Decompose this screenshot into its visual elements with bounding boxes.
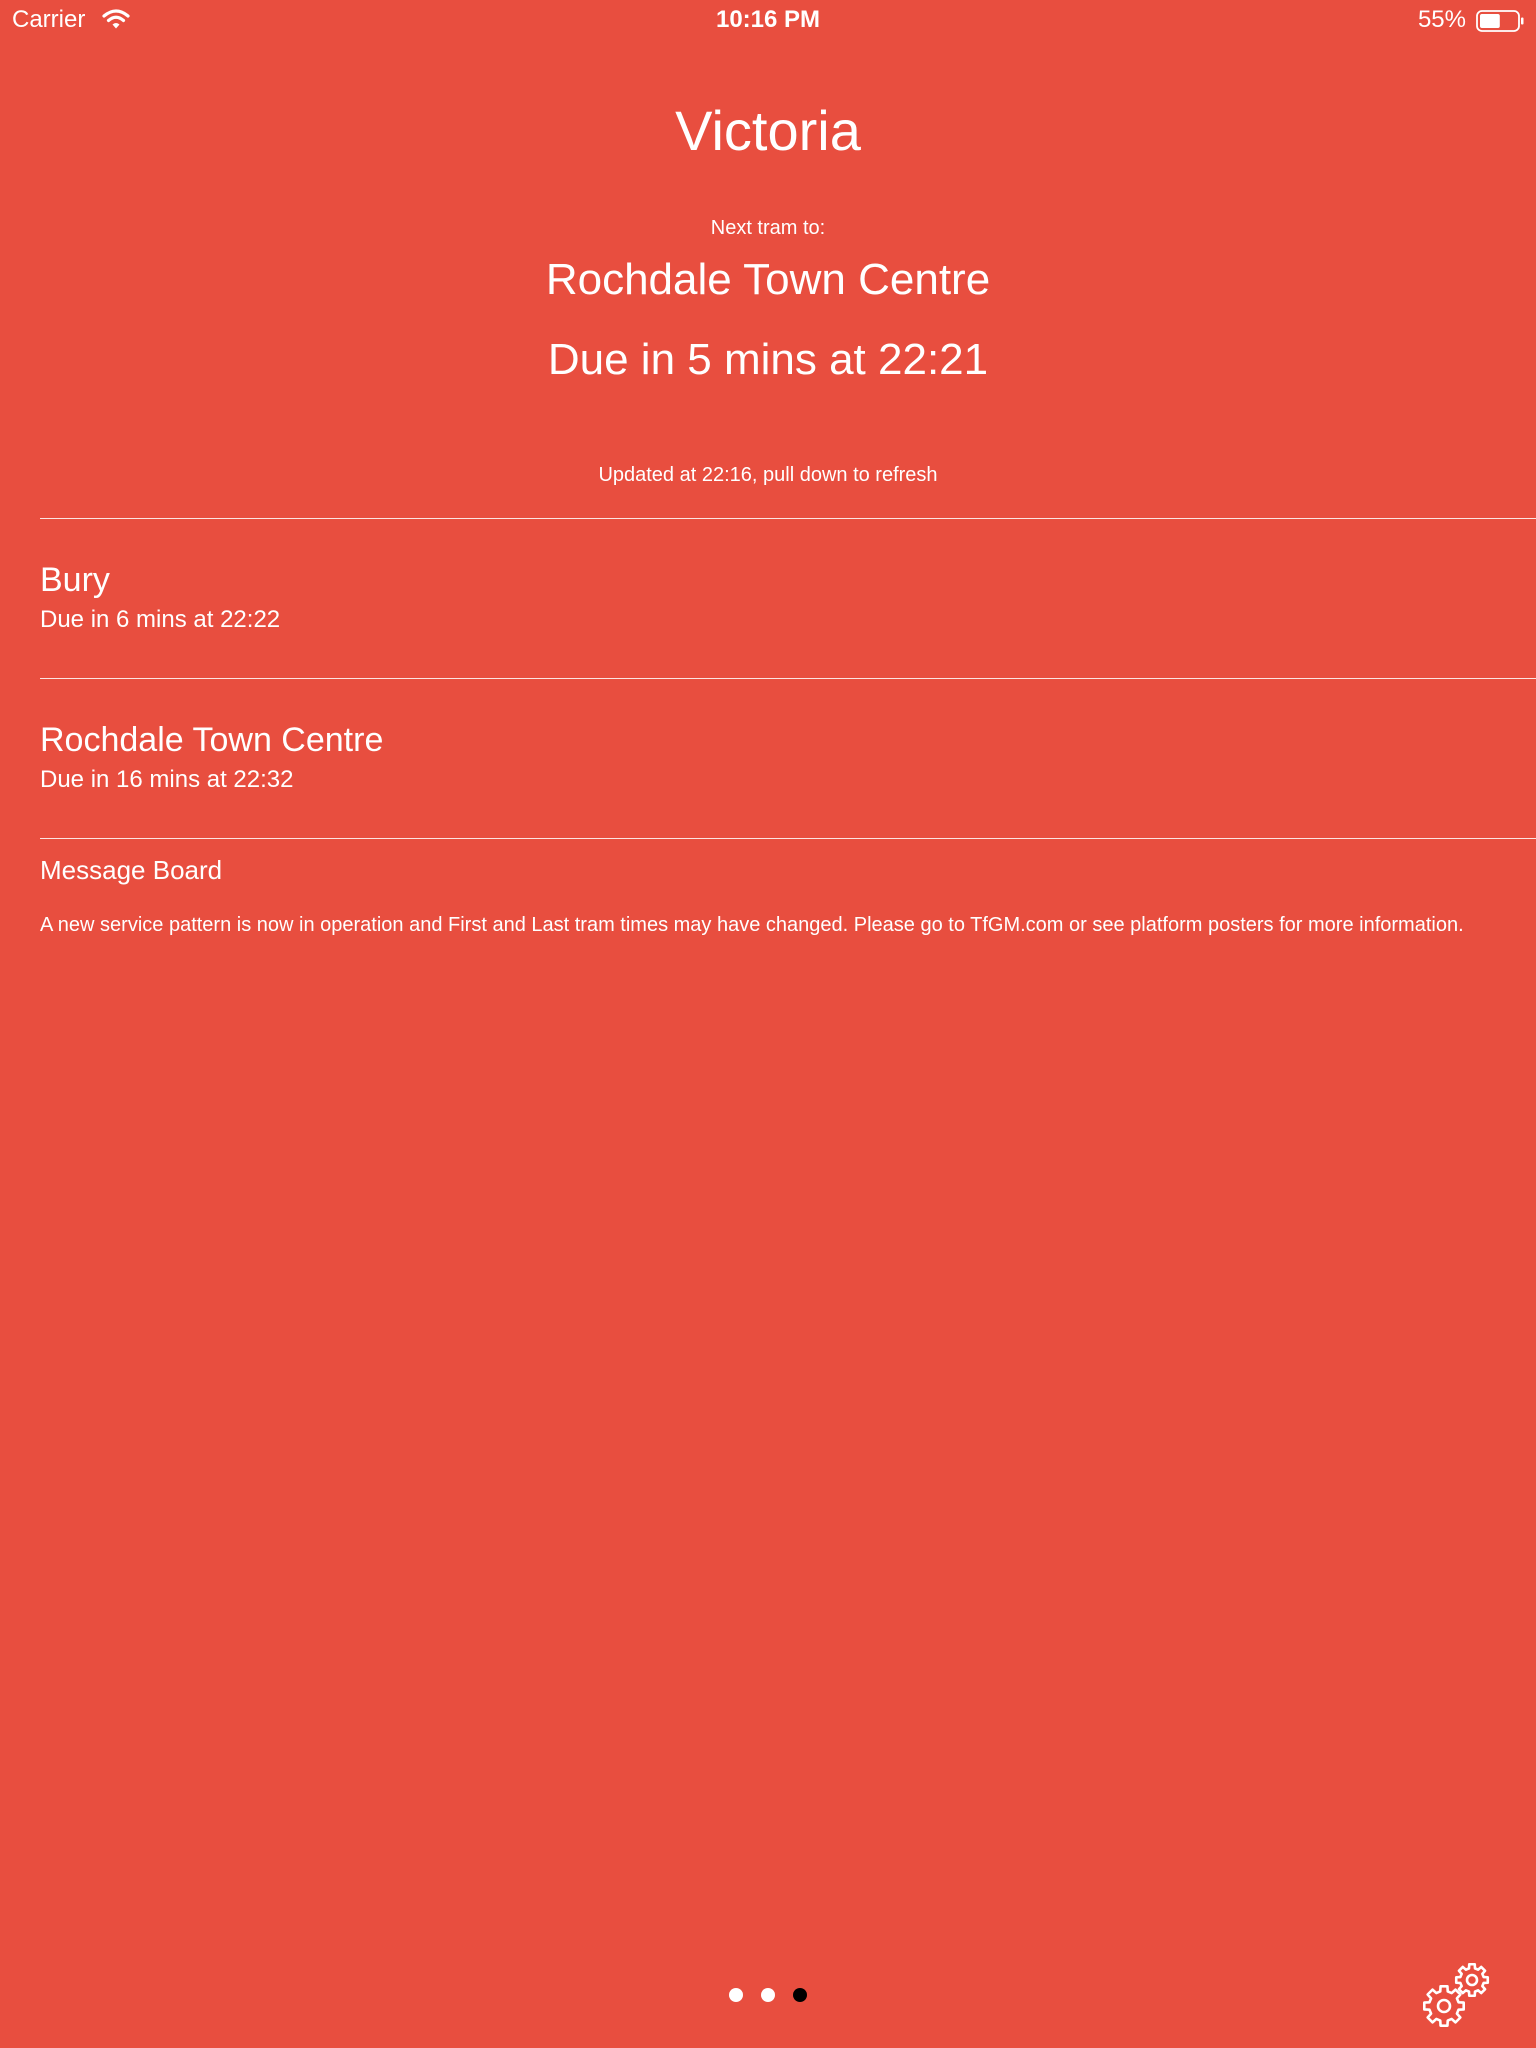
next-tram-label: Next tram to:: [710, 217, 826, 239]
departure-due: Due in 16 mins at 22:32: [40, 766, 294, 793]
departure-row[interactable]: Rochdale Town Centre Due in 16 mins at 2…: [40, 679, 1536, 837]
page-dot[interactable]: [729, 1988, 743, 2002]
battery-icon: [1476, 10, 1524, 32]
message-board-heading: Message Board: [40, 855, 223, 885]
gear-hole: [1465, 1973, 1479, 1987]
station-title: Victoria: [675, 99, 861, 162]
battery-percent: 55%: [1417, 6, 1466, 33]
message-board-text: A new service pattern is now in operatio…: [40, 914, 1464, 936]
page-control[interactable]: [0, 1988, 1536, 2002]
departure-destination: Bury: [40, 561, 110, 599]
gear-outline: [1423, 1985, 1465, 2027]
departure-due: Due in 6 mins at 22:22: [40, 606, 281, 633]
next-tram-destination: Rochdale Town Centre: [545, 255, 991, 304]
status-bar: Carrier 10:16 PM 55%: [0, 0, 1536, 42]
departure-destination: Rochdale Town Centre: [40, 721, 384, 759]
updated-status: Updated at 22:16, pull down to refresh: [598, 464, 938, 486]
page-dot[interactable]: [761, 1988, 775, 2002]
departure-row[interactable]: Bury Due in 6 mins at 22:22: [40, 519, 1536, 677]
gear-outline: [1454, 1962, 1490, 1998]
settings-button[interactable]: [1420, 1958, 1496, 2034]
gear-hole: [1436, 1998, 1452, 2014]
status-clock: 10:16 PM: [715, 6, 821, 33]
divider: [40, 838, 1536, 839]
gears-icon: [1420, 1962, 1496, 2038]
next-tram-due: Due in 5 mins at 22:21: [547, 335, 989, 384]
page-dot-current[interactable]: [793, 1988, 807, 2002]
